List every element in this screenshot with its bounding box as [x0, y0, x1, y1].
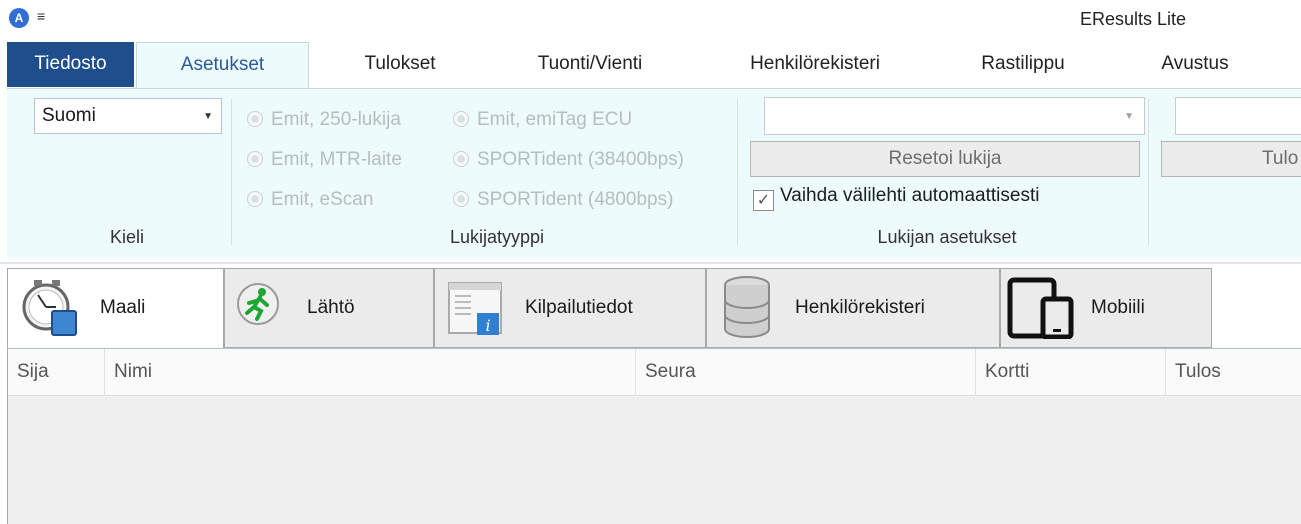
column-header-rank[interactable]: Sija	[8, 349, 105, 396]
chevron-down-icon: ▼	[203, 111, 213, 122]
tab-label: Lähtö	[307, 297, 355, 318]
window-title: EResults Lite	[1080, 9, 1187, 29]
language-group-label: Kieli	[109, 227, 144, 247]
results-select[interactable]	[1175, 97, 1301, 135]
ribbon-tab-control-card[interactable]: Rastilippu	[958, 42, 1088, 88]
radio-button-icon	[247, 191, 263, 207]
info-window-icon: i	[448, 282, 502, 335]
reader-settings-group-label: Lukijan asetukset	[877, 227, 1017, 247]
grid-header: Sija Nimi Seura Kortti Tulos	[8, 349, 1301, 396]
language-select[interactable]: Suomi ▼	[34, 98, 222, 134]
radio-button-icon	[453, 111, 469, 127]
radio-label: Emit, eScan	[271, 189, 374, 210]
tab-person-registry[interactable]: Henkilörekisteri	[706, 268, 1000, 348]
ribbon-tab-file[interactable]: Tiedosto	[7, 42, 134, 87]
group-divider	[1148, 99, 1149, 245]
radio-button-icon	[247, 151, 263, 167]
tab-label: Mobiili	[1091, 297, 1145, 318]
reset-reader-button[interactable]: Resetoi lukija	[750, 141, 1140, 177]
auto-switch-tab-checkbox[interactable]: ✓ Vaihda välilehti automaattisesti	[753, 185, 1039, 211]
ribbon-tab-bar: Tiedosto Asetukset Tulokset Tuonti/Vient…	[0, 42, 1301, 89]
radio-label: Emit, MTR-laite	[271, 149, 402, 170]
column-header-club[interactable]: Seura	[636, 349, 976, 396]
ribbon-tab-settings[interactable]: Asetukset	[136, 42, 309, 89]
radio-emit-emitag[interactable]: Emit, emiTag ECU	[453, 109, 632, 131]
results-grid[interactable]: Sija Nimi Seura Kortti Tulos	[7, 348, 1301, 524]
tab-label: Henkilörekisteri	[795, 297, 925, 318]
radio-label: Emit, emiTag ECU	[477, 109, 633, 130]
radio-emit-escan[interactable]: Emit, eScan	[247, 189, 373, 211]
column-header-card[interactable]: Kortti	[976, 349, 1166, 396]
reader-type-group-label: Lukijatyyppi	[449, 227, 545, 247]
tab-start[interactable]: Lähtö	[224, 268, 434, 348]
auto-switch-label: Vaihda välilehti automaattisesti	[780, 185, 1040, 206]
runner-icon	[237, 283, 279, 325]
radio-label: SPORTident (38400bps)	[477, 149, 685, 170]
group-divider	[737, 99, 738, 245]
stopwatch-icon	[22, 280, 77, 336]
radio-label: Emit, 250-lukija	[271, 109, 401, 130]
column-header-name[interactable]: Nimi	[105, 349, 636, 396]
column-header-result[interactable]: Tulos	[1166, 349, 1301, 396]
results-button[interactable]: Tulo	[1161, 141, 1301, 177]
ribbon-tab-person-registry[interactable]: Henkilörekisteri	[720, 42, 910, 88]
radio-button-icon	[453, 151, 469, 167]
checkbox-checked-icon: ✓	[753, 190, 774, 211]
chevron-down-icon: ▼	[1124, 111, 1134, 122]
ribbon-panel: Suomi ▼ Kieli Emit, 250-lukija Emit, MTR…	[7, 88, 1301, 258]
tab-label: Kilpailutiedot	[525, 297, 633, 318]
radio-emit-mtr[interactable]: Emit, MTR-laite	[247, 149, 402, 171]
radio-emit-250[interactable]: Emit, 250-lukija	[247, 109, 401, 131]
ribbon-tab-import-export[interactable]: Tuonti/Vienti	[505, 42, 675, 88]
tab-finish[interactable]: Maali	[7, 268, 224, 349]
results-button-label: Tulo	[1262, 148, 1299, 169]
language-select-value: Suomi	[42, 105, 96, 126]
database-icon	[724, 276, 770, 338]
view-tab-bar: Maali Lähtö i Kilpailutiedot Henkilöreki…	[0, 262, 1301, 349]
radio-button-icon	[453, 191, 469, 207]
radio-label: SPORTident (4800bps)	[477, 189, 674, 210]
app-icon[interactable]: A	[9, 8, 29, 28]
group-divider	[231, 99, 232, 245]
radio-button-icon	[247, 111, 263, 127]
radio-sportident-38400[interactable]: SPORTident (38400bps)	[453, 149, 684, 171]
reader-port-select[interactable]: ▼	[764, 97, 1145, 135]
app-window: A ≡ EResults Lite Tiedosto Asetukset Tul…	[0, 0, 1301, 524]
tab-mobile[interactable]: Mobiili	[1000, 268, 1212, 348]
svg-text:i: i	[485, 316, 490, 335]
quick-access-menu-icon[interactable]: ≡	[37, 6, 45, 26]
ribbon-tab-results[interactable]: Tulokset	[330, 42, 470, 88]
tab-label: Maali	[100, 297, 146, 318]
devices-icon	[1007, 277, 1074, 339]
title-bar: A ≡ EResults Lite	[0, 0, 1301, 40]
ribbon-tab-help[interactable]: Avustus	[1140, 42, 1250, 88]
tab-competition-info[interactable]: i Kilpailutiedot	[434, 268, 706, 348]
radio-sportident-4800[interactable]: SPORTident (4800bps)	[453, 189, 673, 211]
